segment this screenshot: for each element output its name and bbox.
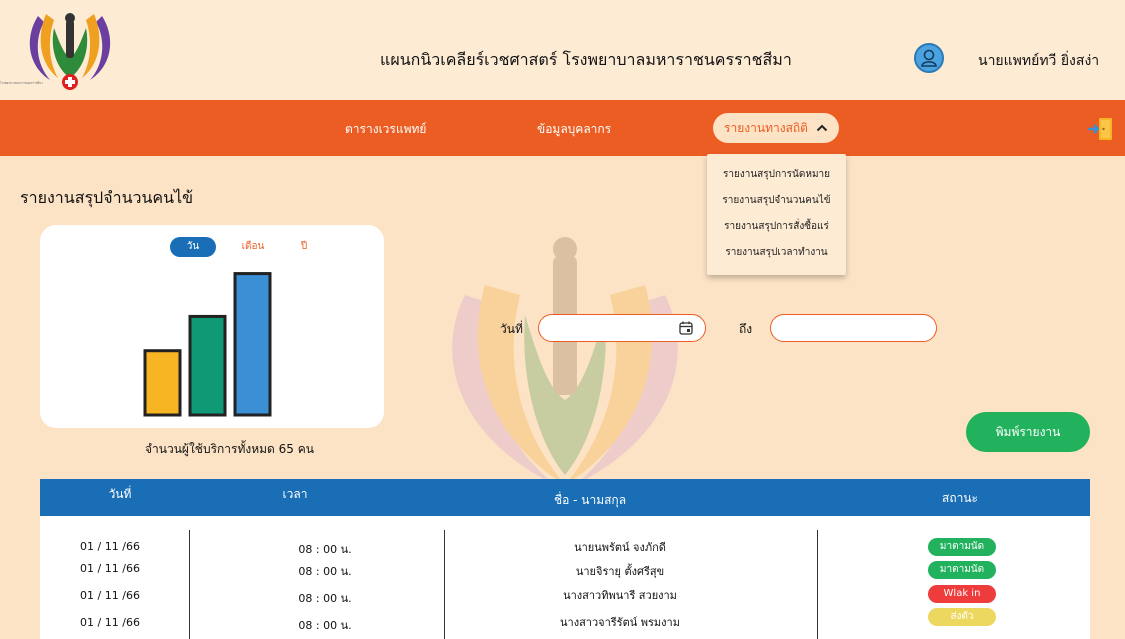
table-header: วันที่ เวลา ชื่อ - นามสกุล สถานะ <box>40 479 1090 516</box>
row-date: 01 / 11 /66 <box>80 540 140 553</box>
date-to-input[interactable] <box>770 314 937 342</box>
column-divider <box>444 530 445 639</box>
row-date: 01 / 11 /66 <box>80 562 140 575</box>
patient-bar-chart <box>143 272 272 417</box>
column-header-time: เวลา <box>282 487 308 501</box>
column-header-status: สถานะ <box>942 491 978 505</box>
nav-item-personnel[interactable]: ข้อมูลบุคลากร <box>537 120 611 139</box>
menu-item-mineral-order-summary[interactable]: รายงานสรุปการสั่งซื้อแร่ <box>707 218 846 244</box>
nav-item-statistics-report[interactable]: รายงานทางสถิติ <box>713 113 839 143</box>
chart-bar <box>188 314 227 417</box>
menu-item-patient-summary[interactable]: รายงานสรุปจำนวนคนไข้ <box>707 192 846 218</box>
status-badge: ส่งตัว <box>928 608 996 626</box>
row-name: นายนพรัตน์ จงภักดี <box>574 541 666 554</box>
header-bar: โรงพยาบาลมหาราชนครราชสีมา แผนกนิวเคลียร์… <box>0 0 1125 100</box>
page-title: รายงานสรุปจำนวนคนไข้ <box>20 188 194 207</box>
print-report-button[interactable]: พิมพ์รายงาน <box>966 412 1090 452</box>
row-time: 08 : 00 น. <box>298 619 352 632</box>
avatar[interactable] <box>914 43 944 73</box>
column-header-date: วันที่ <box>108 487 132 501</box>
status-badge: Wlak in <box>928 585 996 603</box>
row-date: 01 / 11 /66 <box>80 589 140 602</box>
chart-bar <box>143 349 182 417</box>
nav-item-doctor-schedule[interactable]: ตารางเวรแพทย์ <box>345 120 426 139</box>
menu-item-appointment-summary[interactable]: รายงานสรุปการนัดหมาย <box>707 166 846 192</box>
calendar-icon[interactable] <box>679 321 693 335</box>
row-time: 08 : 00 น. <box>298 543 352 556</box>
watermark-logo <box>452 237 678 485</box>
status-badge: มาตามนัด <box>928 538 996 556</box>
date-from-label: วันที่ <box>500 322 523 336</box>
user-name[interactable]: นายแพทย์ทวี ยิ่งสง่า <box>978 50 1099 72</box>
column-header-name: ชื่อ - นามสกุล <box>553 493 627 507</box>
date-to-label: ถึง <box>739 322 753 336</box>
row-name: นางสาวจารีรัตน์ พรมงาม <box>560 616 680 629</box>
statistics-dropdown-menu: รายงานสรุปการนัดหมาย รายงานสรุปจำนวนคนไข… <box>707 154 846 275</box>
row-name: นายจิรายุ ตั้งศรีสุข <box>575 565 665 578</box>
user-icon <box>921 49 937 67</box>
page-header-title: แผนกนิวเคลียร์เวชศาสตร์ โรงพยาบาลมหาราชน… <box>380 50 792 69</box>
column-divider <box>817 530 818 639</box>
total-patients-text: จำนวนผู้ใช้บริการทั้งหมด 65 คน <box>145 442 314 456</box>
status-badge: มาตามนัด <box>928 561 996 579</box>
chevron-up-icon <box>816 124 828 132</box>
row-time: 08 : 00 น. <box>298 592 352 605</box>
chart-bar <box>233 272 272 417</box>
column-divider <box>189 530 190 639</box>
logout-icon[interactable] <box>1088 117 1114 141</box>
row-name: นางสาวทิพนารี สวยงาม <box>563 589 677 602</box>
logo-caption: โรงพยาบาลมหาราชนครราชสีมา <box>0 81 44 85</box>
row-time: 08 : 00 น. <box>298 565 352 578</box>
row-date: 01 / 11 /66 <box>80 616 140 629</box>
nav-active-label: รายงานทางสถิติ <box>724 120 808 135</box>
menu-item-work-time-summary[interactable]: รายงานสรุปเวลาทำงาน <box>707 244 846 270</box>
main-nav: ตารางเวรแพทย์ ข้อมูลบุคลากร <box>0 100 1125 156</box>
